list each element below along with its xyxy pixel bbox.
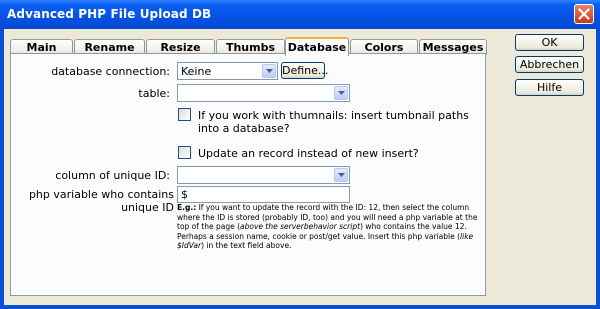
help-text-italic-1: above the serverbehavior script: [240, 222, 361, 231]
php-variable-value: $: [181, 188, 188, 201]
unique-id-column-label: column of unique ID:: [55, 169, 170, 182]
close-icon: [578, 8, 590, 20]
tab-database[interactable]: Database: [285, 37, 349, 56]
thumbs-db-checkbox[interactable]: [178, 108, 191, 121]
close-button[interactable]: [574, 4, 594, 24]
title-bar[interactable]: Advanced PHP File Upload DB: [0, 0, 600, 29]
php-variable-input[interactable]: $: [177, 186, 350, 203]
dialog-window: Advanced PHP File Upload DB Main Rename …: [0, 0, 600, 309]
table-select[interactable]: [177, 84, 350, 102]
ok-button[interactable]: OK: [515, 34, 584, 51]
help-text: E.g.: If you want to update the record w…: [177, 203, 479, 251]
update-record-checkbox-label: Update an record instead of new insert?: [198, 147, 419, 160]
database-tab-panel: database connection: Keine Define... tab…: [10, 53, 486, 296]
dropdown-arrow-icon: [262, 64, 276, 78]
update-record-checkbox[interactable]: [178, 146, 191, 159]
cancel-button[interactable]: Abbrechen: [515, 56, 584, 73]
dialog-client-area: Main Rename Resize Thumbs Database Color…: [4, 29, 596, 305]
db-connection-label: database connection:: [51, 65, 170, 78]
help-eg-label: E.g.:: [177, 203, 197, 212]
db-connection-value: Keine: [181, 65, 212, 78]
unique-id-column-select[interactable]: [177, 166, 350, 184]
php-variable-label: php variable who contains unique ID: [28, 188, 174, 214]
thumbs-db-checkbox-label: If you work with thumnails: insert tumbn…: [198, 109, 469, 135]
define-button[interactable]: Define...: [281, 62, 328, 79]
table-label: table:: [138, 87, 170, 100]
dropdown-arrow-icon: [334, 86, 348, 100]
window-title: Advanced PHP File Upload DB: [7, 7, 212, 21]
db-connection-select[interactable]: Keine: [177, 62, 278, 80]
help-text-part-3: ) in the text field above.: [201, 241, 292, 250]
dropdown-arrow-icon: [334, 168, 348, 182]
help-button[interactable]: Hilfe: [515, 79, 584, 96]
